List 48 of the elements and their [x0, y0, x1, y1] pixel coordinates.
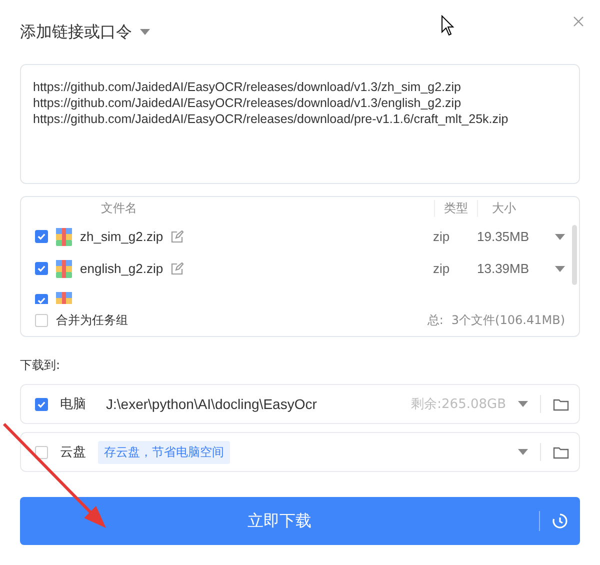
- zip-file-icon: [56, 292, 72, 304]
- checkbox[interactable]: [35, 398, 48, 410]
- destination-label: 电脑: [60, 396, 86, 413]
- link-text: https://github.com/JaidedAI/EasyOCR/releases/download/v1.3/zh_sim_g2.zip: [33, 79, 462, 95]
- edit-icon[interactable]: [171, 262, 184, 276]
- merge-label: 合并为任务组: [56, 312, 128, 329]
- dialog-title[interactable]: 添加链接或口令: [20, 22, 132, 42]
- zip-file-icon: [56, 260, 72, 278]
- caret-icon[interactable]: [518, 401, 528, 407]
- checkbox[interactable]: [35, 294, 48, 304]
- destination-label: 云盘: [60, 444, 86, 461]
- total-label: 总:: [427, 312, 444, 329]
- edit-icon[interactable]: [171, 230, 184, 244]
- column-header: 大小: [477, 200, 547, 218]
- caret-icon[interactable]: [518, 449, 528, 455]
- destination-row[interactable]: 云盘 存云盘，节省电脑空间: [20, 432, 580, 472]
- scrollbar[interactable]: [572, 224, 577, 285]
- download-to-label: 下载到:: [20, 357, 62, 374]
- caret-icon[interactable]: [555, 234, 565, 240]
- file-type: zip: [433, 261, 451, 276]
- hint-tag: 存云盘，节省电脑空间: [98, 440, 230, 464]
- file-name: english_g2.zip: [80, 261, 164, 276]
- close-icon[interactable]: [573, 16, 584, 27]
- file-name: zh_sim_g2.zip: [80, 229, 164, 244]
- links-field[interactable]: [20, 64, 580, 184]
- total-text: 3个文件(106.41MB): [451, 312, 565, 329]
- checkbox[interactable]: [35, 230, 48, 244]
- free-space-text: 剩余:265.08GB: [411, 396, 506, 413]
- download-button[interactable]: 立即下载: [20, 497, 580, 545]
- caret-icon[interactable]: [555, 266, 565, 272]
- caret-icon[interactable]: [140, 29, 150, 35]
- zip-file-icon: [56, 228, 72, 246]
- link-text: https://github.com/JaidedAI/EasyOCR/releases/download/pre-v1.1.6/craft_mlt_25k.zip: [33, 111, 510, 127]
- clock-icon[interactable]: [552, 513, 568, 529]
- path-text: J:\exer\python\AI\docling\EasyOcr: [106, 396, 317, 412]
- file-size: 19.35MB: [477, 229, 530, 244]
- file-size: 13.39MB: [477, 261, 530, 276]
- checkbox[interactable]: [35, 314, 48, 327]
- file-type: zip: [433, 229, 451, 244]
- checkbox[interactable]: [35, 262, 48, 276]
- column-header: 类型: [434, 200, 477, 218]
- destination-row[interactable]: 电脑 J:\exer\python\AI\docling\EasyOcr 剩余:265.08GB: [20, 384, 580, 424]
- folder-icon[interactable]: [553, 446, 569, 458]
- cursor-icon: [441, 15, 455, 36]
- link-text: https://github.com/JaidedAI/EasyOCR/releases/download/v1.3/english_g2.zip: [33, 95, 462, 111]
- folder-icon[interactable]: [553, 398, 569, 410]
- checkbox[interactable]: [35, 446, 48, 458]
- column-header: 文件名: [101, 200, 138, 218]
